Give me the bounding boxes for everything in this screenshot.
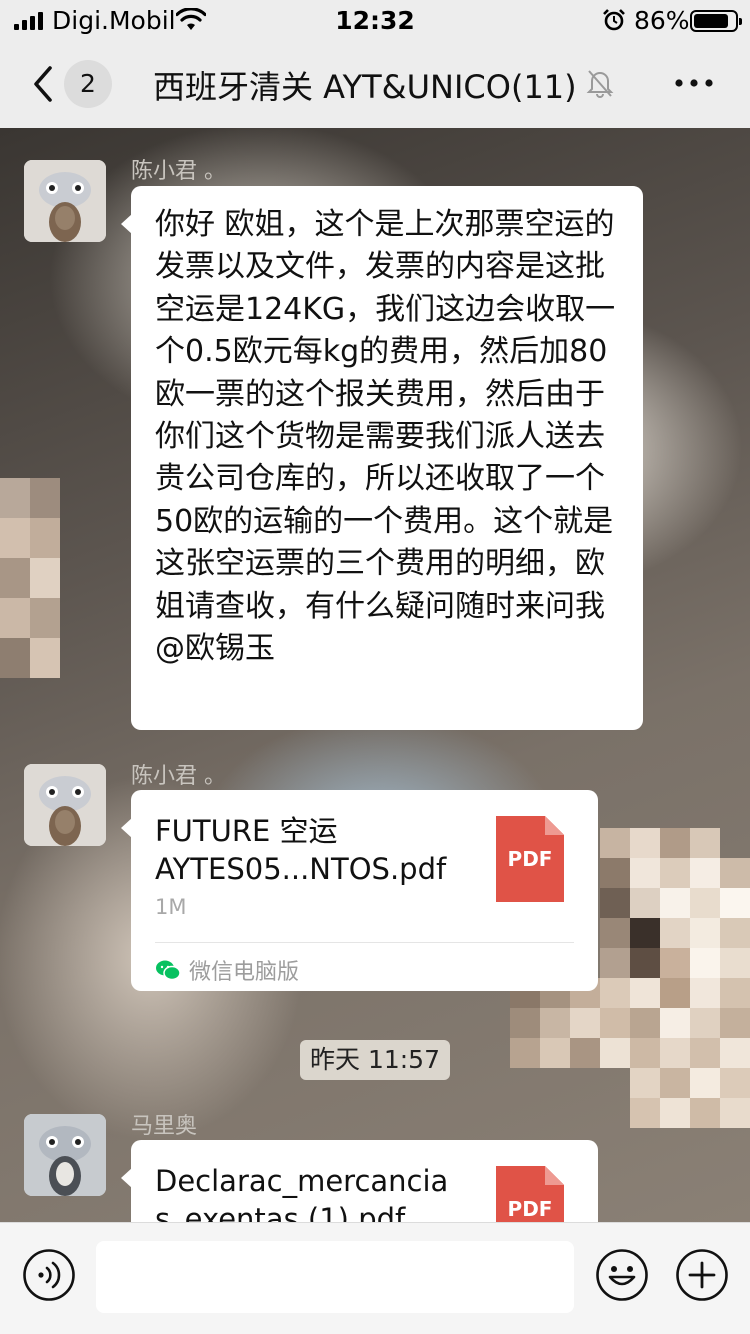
avatar-plush-icon [24, 160, 106, 242]
message-input[interactable] [96, 1241, 574, 1313]
avatar[interactable] [24, 764, 106, 846]
avatar[interactable] [24, 1114, 106, 1196]
emoji-icon[interactable] [595, 1248, 649, 1302]
more-icon[interactable] [672, 68, 716, 98]
pixelated-blur [0, 478, 60, 728]
sender-name: 陈小君 。 [131, 764, 226, 789]
divider [155, 942, 574, 943]
voice-icon[interactable] [22, 1248, 76, 1302]
timestamp: 昨天 11:57 [300, 1040, 450, 1080]
alarm-icon [603, 9, 625, 31]
chat-header: 2 西班牙清关 AYT&UNICO(11) [0, 40, 750, 128]
file-source: 微信电脑版 [155, 954, 299, 986]
battery-icon [690, 10, 742, 32]
input-bar [0, 1222, 750, 1334]
avatar[interactable] [24, 160, 106, 242]
avatar-plush-icon [24, 1114, 106, 1196]
pdf-file-icon: PDF [496, 816, 564, 902]
sender-name: 马里奥 [131, 1114, 198, 1139]
wechat-icon [156, 960, 181, 981]
file-name: FUTURE 空运 AYTES05...NTOS.pdf [155, 814, 447, 886]
file-message-bubble[interactable]: Declarac_mercancia s_exentas (1).pdf PDF [121, 1140, 598, 1222]
sender-name: 陈小君 。 [131, 159, 226, 184]
message-bubble[interactable]: 你好 欧姐，这个是上次那票空运的发票以及文件，发票的内容是这批空运是124KG，… [121, 186, 643, 730]
file-source-label: 微信电脑版 [189, 960, 300, 985]
back-icon[interactable] [28, 62, 58, 106]
file-size: 1M [155, 895, 187, 919]
unread-count-badge[interactable]: 2 [64, 60, 112, 108]
battery-percent: 86% [634, 6, 690, 35]
mute-bell-icon [586, 70, 614, 98]
plus-icon[interactable] [675, 1248, 729, 1302]
pdf-file-icon: PDF [496, 1166, 564, 1222]
chat-area[interactable]: 陈小君 。 你好 欧姐，这个是上次那票空运的发票以及文件，发票的内容是这批空运是… [0, 128, 750, 1222]
avatar-plush-icon [24, 764, 106, 846]
chat-title: 西班牙清关 AYT&UNICO(11) [153, 68, 577, 106]
file-name: Declarac_mercancia s_exentas (1).pdf [155, 1164, 449, 1222]
file-message-bubble[interactable]: FUTURE 空运 AYTES05...NTOS.pdf 1M PDF 微信电脑… [121, 790, 598, 991]
status-bar: Digi.Mobil 12:32 86% [0, 0, 750, 40]
